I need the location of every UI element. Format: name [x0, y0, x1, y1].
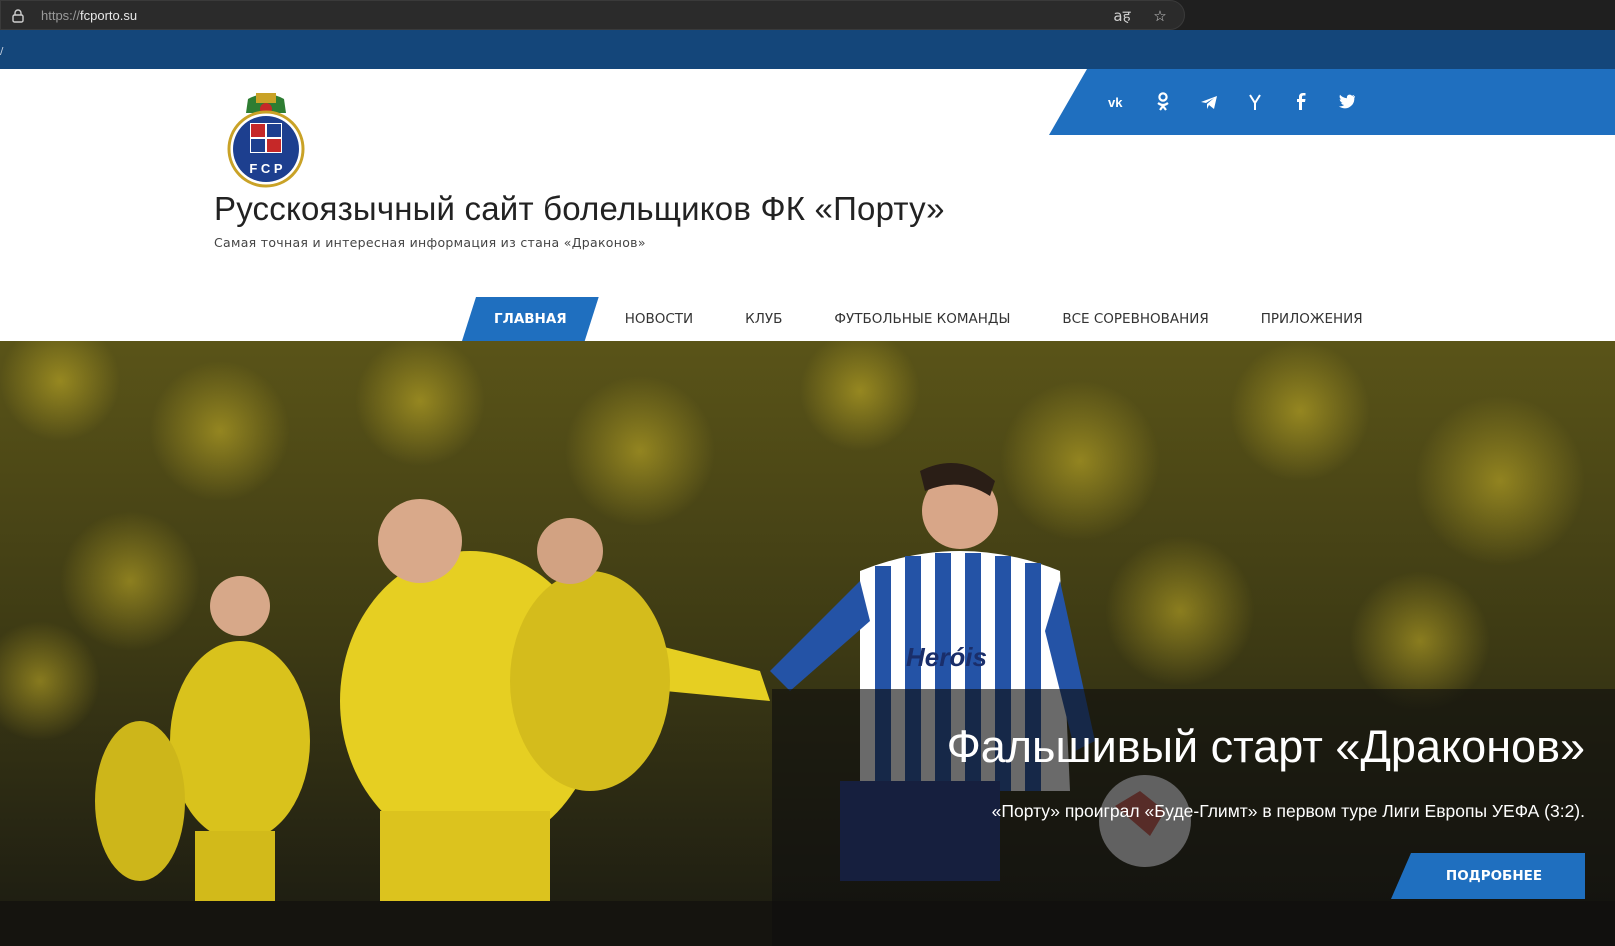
top-strip-edge: / [0, 46, 4, 57]
nav-item-football-teams[interactable]: Футбольные команды [808, 297, 1036, 341]
top-strip: / [0, 30, 1615, 69]
read-more-button[interactable]: Подробнее [1391, 853, 1585, 899]
url-protocol: https:// [41, 8, 81, 23]
telegram-icon[interactable] [1195, 88, 1223, 116]
nav-item-news[interactable]: Новости [599, 297, 719, 341]
jersey-sponsor: Heróis [906, 642, 987, 672]
hero-slider[interactable]: Heróis Фальшивый старт «Драконов» «Порту… [0, 341, 1615, 946]
hero-title[interactable]: Фальшивый старт «Драконов» [947, 721, 1585, 773]
lock-icon [12, 9, 24, 23]
address-bar[interactable]: https://fcporto.su aह ☆ [0, 0, 1185, 30]
url-text[interactable]: https://fcporto.su [41, 8, 137, 23]
hero-subtitle: «Порту» проиграл «Буде-Глимт» в первом т… [991, 801, 1585, 821]
player-far-left [95, 721, 185, 881]
translate-icon[interactable]: aह [1112, 6, 1132, 26]
site-tagline: Самая точная и интересная информация из … [214, 235, 646, 250]
svg-text:vk: vk [1108, 95, 1123, 110]
nav-item-apps[interactable]: Приложения [1235, 297, 1389, 341]
odnoklassniki-icon[interactable] [1149, 88, 1177, 116]
social-links: vk [1103, 88, 1361, 116]
nav-item-all-competitions[interactable]: Все соревнования [1036, 297, 1234, 341]
url-host: fcporto.su [80, 8, 138, 23]
main-nav: Главная Новости Клуб Футбольные команды … [462, 297, 1389, 341]
vk-icon[interactable]: vk [1103, 88, 1131, 116]
star-icon[interactable]: ☆ [1150, 6, 1170, 26]
facebook-icon[interactable] [1287, 88, 1315, 116]
browser-toolbar: https://fcporto.su aह ☆ [0, 0, 1615, 30]
club-crest-logo[interactable]: F C P [226, 91, 306, 191]
site-header: vk F C P Русскоязычный сайт болельщиков … [0, 69, 1615, 341]
logo-letters: F C P [249, 161, 283, 176]
site-title[interactable]: Русскоязычный сайт болельщиков ФК «Порту… [214, 190, 945, 228]
yandex-icon[interactable] [1241, 88, 1269, 116]
nav-item-club[interactable]: Клуб [719, 297, 808, 341]
twitter-icon[interactable] [1333, 88, 1361, 116]
nav-item-home[interactable]: Главная [462, 297, 599, 341]
